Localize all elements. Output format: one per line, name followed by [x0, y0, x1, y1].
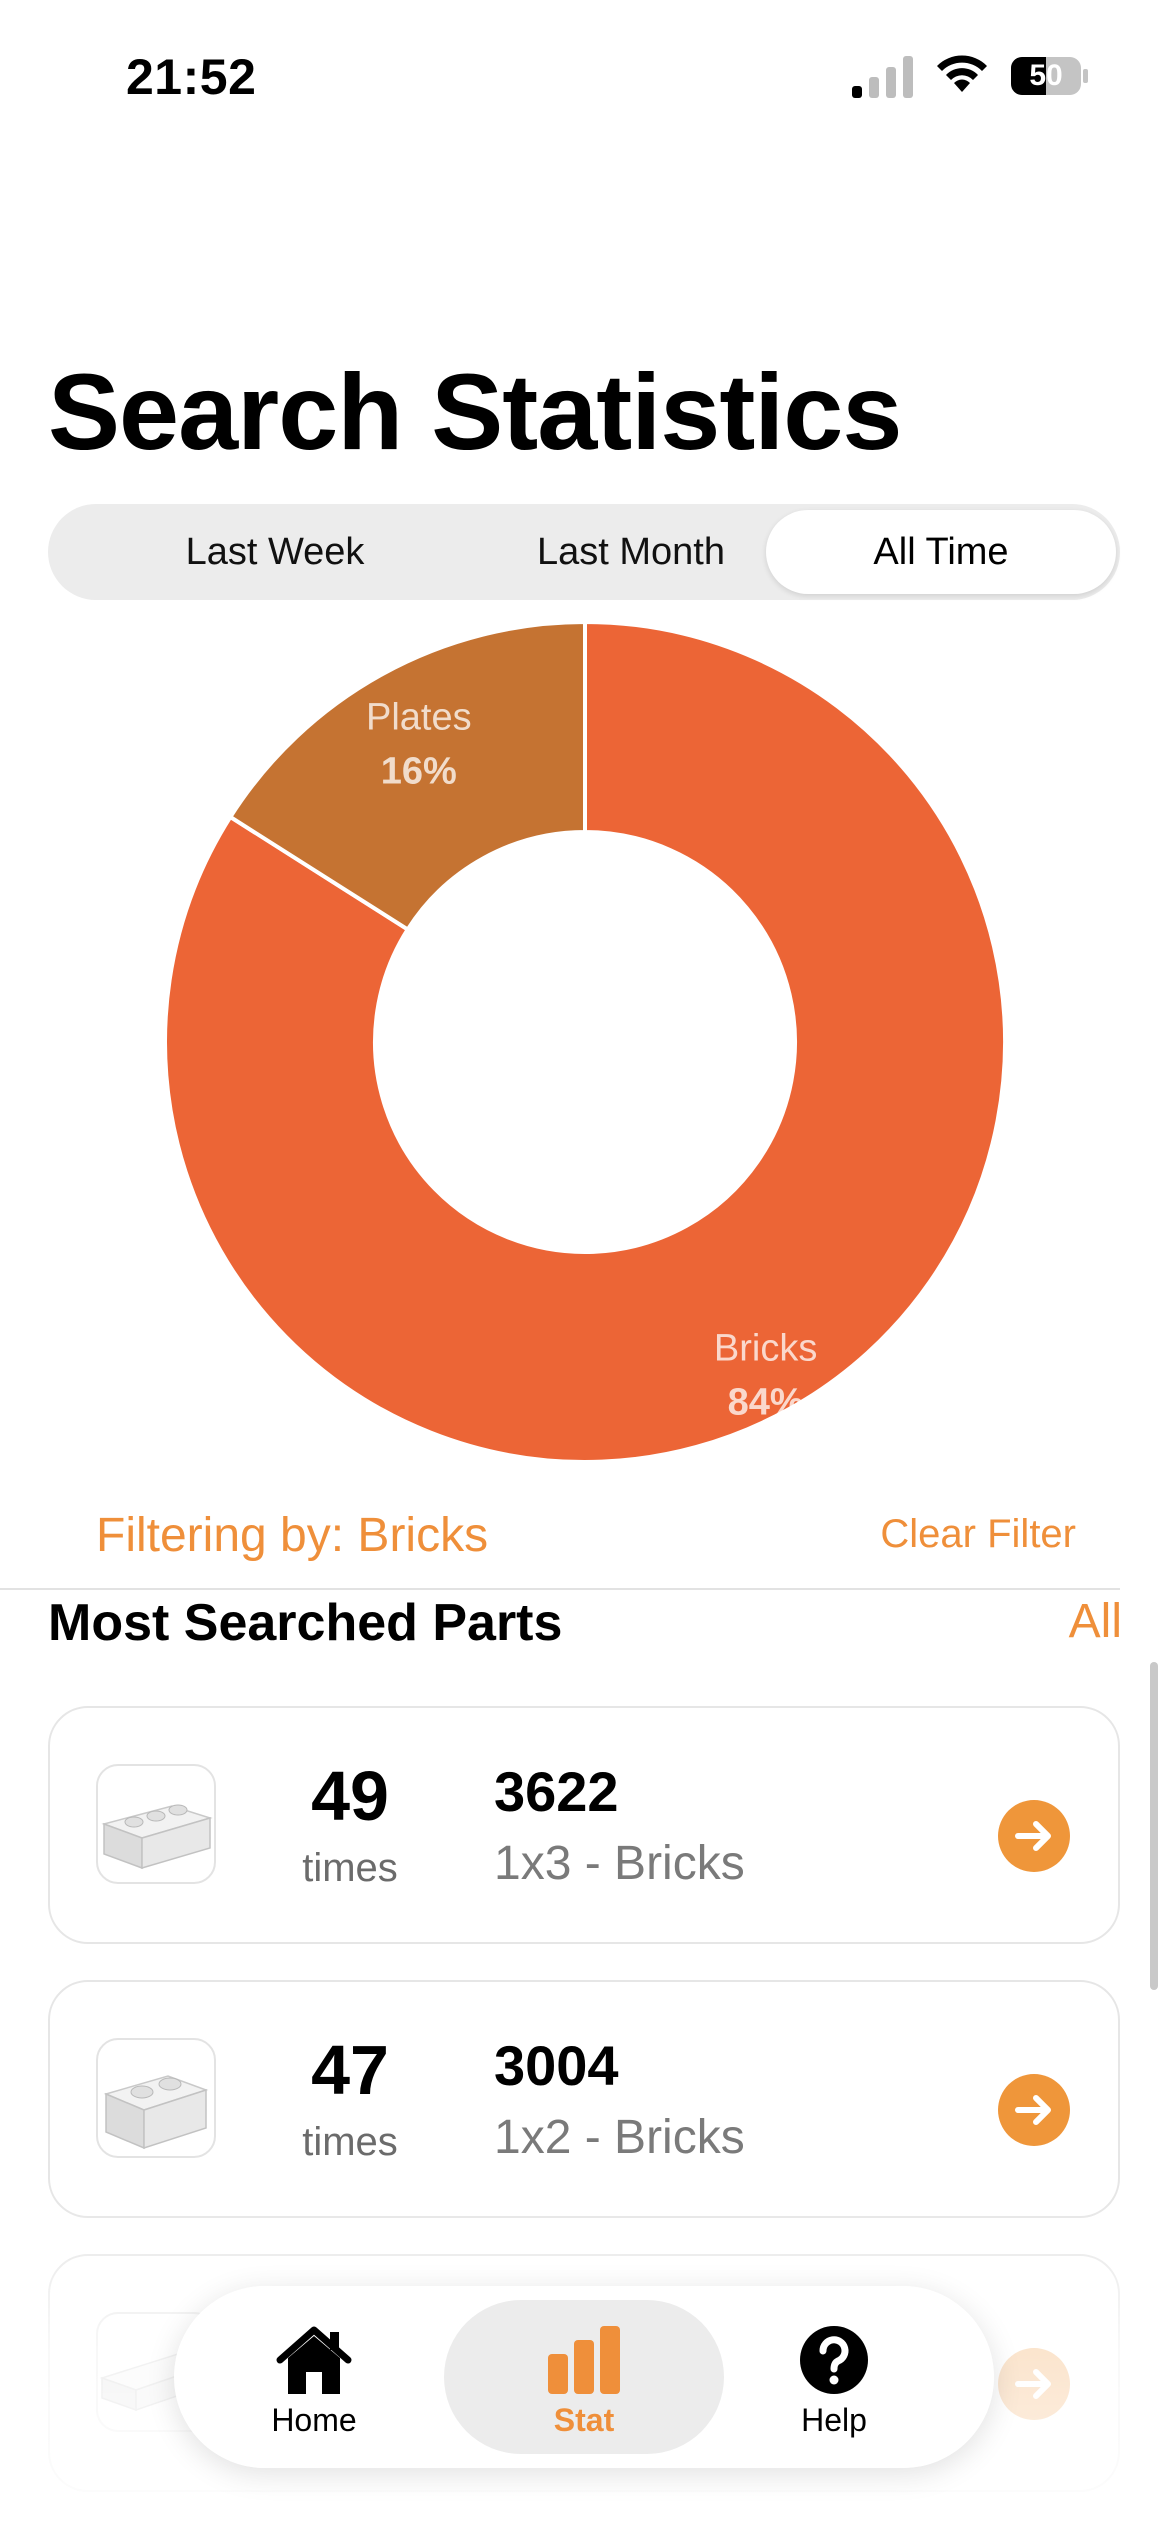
search-count: 47: [311, 2031, 389, 2109]
status-time: 21:52: [126, 49, 257, 105]
house-icon: [276, 2326, 352, 2394]
filter-row: Filtering by: Bricks Clear Filter: [96, 1500, 1076, 1570]
see-all-link[interactable]: All: [1069, 1594, 1122, 1649]
tab-last-month[interactable]: Last Month: [456, 510, 806, 594]
slice-value-label: 16%: [381, 751, 457, 793]
search-count-unit: times: [302, 2120, 398, 2164]
open-part-button[interactable]: [998, 2074, 1070, 2146]
slice-value-label: 84%: [728, 1382, 804, 1424]
tab-label: Last Week: [185, 531, 365, 573]
tab-label: Stat: [553, 2402, 615, 2438]
part-card[interactable]: 49 times 3622 1x3 - Bricks: [48, 1706, 1120, 1944]
arrow-right-icon: [1015, 1821, 1051, 1851]
brick-1x3-icon: [101, 1804, 213, 1870]
battery-level: 50: [1029, 59, 1063, 92]
open-part-button[interactable]: [998, 1800, 1070, 1872]
tab-help[interactable]: Help: [694, 2300, 974, 2454]
scrollbar[interactable]: [1150, 1662, 1158, 1990]
tab-label: All Time: [873, 531, 1009, 573]
cellular-signal-icon: [852, 56, 913, 98]
part-thumbnail: [96, 2038, 216, 2158]
search-count: 49: [311, 1757, 389, 1835]
bar-chart-icon: [548, 2326, 620, 2394]
page-title: Search Statistics: [48, 351, 902, 472]
tab-all-time[interactable]: All Time: [766, 510, 1116, 594]
clear-filter-button[interactable]: Clear Filter: [880, 1512, 1076, 1557]
tab-label: Home: [271, 2402, 357, 2438]
tab-label: Last Month: [537, 531, 725, 573]
part-card[interactable]: 47 times 3004 1x2 - Bricks: [48, 1980, 1120, 2218]
part-description: 1x2 - Bricks: [494, 2111, 745, 2164]
status-bar: 21:52 50: [0, 0, 1170, 150]
part-number: 3004: [494, 2034, 619, 2097]
part-description: 1x3 - Bricks: [494, 1837, 745, 1890]
arrow-right-icon: [1015, 2095, 1051, 2125]
tab-home[interactable]: Home: [174, 2300, 454, 2454]
tab-last-week[interactable]: Last Week: [100, 510, 450, 594]
part-number: 3622: [494, 1760, 619, 1823]
wifi-icon: [937, 55, 987, 92]
brick-1x2-icon: [103, 2075, 209, 2150]
question-icon: [800, 2326, 868, 2394]
battery-icon: 50: [1010, 56, 1090, 96]
tab-bar: Home Stat Help: [174, 2286, 994, 2468]
tab-label: Help: [801, 2402, 867, 2438]
section-title: Most Searched Parts: [48, 1594, 563, 1652]
search-count-unit: times: [302, 1846, 398, 1890]
category-donut-chart: Bricks 84% Plates 16%: [163, 619, 1007, 1464]
period-segmented-control: Last Week Last Month All Time: [48, 504, 1120, 600]
part-thumbnail: [96, 1764, 216, 1884]
slice-label: Bricks: [714, 1328, 817, 1370]
filter-status: Filtering by: Bricks: [96, 1509, 489, 1562]
slice-label: Plates: [366, 697, 472, 739]
tab-stat[interactable]: Stat: [444, 2300, 724, 2454]
